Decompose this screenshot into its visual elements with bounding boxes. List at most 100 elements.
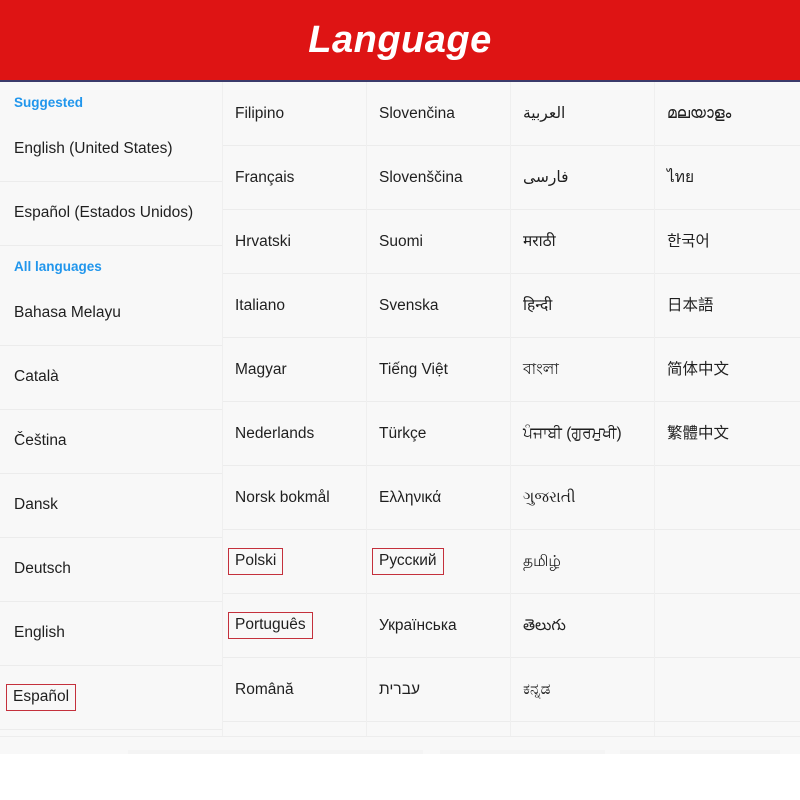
language-item[interactable]: हिन्दी: [511, 274, 654, 338]
sidebar-item-deutsch[interactable]: Deutsch: [0, 538, 222, 602]
language-item[interactable]: Français: [223, 146, 366, 210]
language-item-label: Română: [235, 680, 294, 698]
language-item-label: العربية: [523, 104, 566, 122]
language-item-label: తెలుగు: [523, 616, 566, 634]
language-item-label: Slovenčina: [379, 104, 455, 122]
sidebar-item-english[interactable]: English: [0, 602, 222, 666]
language-item-empty: [655, 466, 800, 530]
language-item[interactable]: ไทย: [655, 146, 800, 210]
suggested-languages-column: Suggested English (United States) Español …: [0, 82, 222, 754]
sidebar-item-label: Deutsch: [14, 560, 71, 578]
language-item-label: Türkçe: [379, 424, 427, 442]
language-item-label: ਪੰਜਾਬੀ (ਗੁਰਮੁਖੀ): [523, 424, 622, 442]
language-item-label: ไทย: [667, 168, 695, 186]
language-item[interactable]: 한국어: [655, 210, 800, 274]
sidebar-item-label: Bahasa Melayu: [14, 304, 121, 322]
language-column-2: Filipino Français Hrvatski Italiano Magyar Ne…: [222, 82, 366, 754]
language-item-label: தமிழ்: [523, 552, 561, 570]
sidebar-item-espa-ol[interactable]: Español: [0, 666, 222, 730]
language-item[interactable]: Filipino: [223, 82, 366, 146]
language-item[interactable]: עברית: [367, 658, 510, 722]
sidebar-item-label: Català: [14, 368, 59, 386]
language-item[interactable]: Română: [223, 658, 366, 722]
language-item[interactable]: Polski: [223, 530, 366, 594]
language-item[interactable]: Nederlands: [223, 402, 366, 466]
language-item[interactable]: తెలుగు: [511, 594, 654, 658]
language-item[interactable]: Ελληνικά: [367, 466, 510, 530]
sidebar-item-label: English: [14, 624, 65, 642]
language-item[interactable]: Norsk bokmål: [223, 466, 366, 530]
language-item-label: हिन्दी: [523, 296, 553, 314]
language-item[interactable]: Svenska: [367, 274, 510, 338]
language-item[interactable]: Slovenčina: [367, 82, 510, 146]
language-item-label: Polski: [228, 548, 284, 575]
sidebar-item-label: Español (Estados Unidos): [14, 204, 194, 222]
sidebar-item-bahasa-melayu[interactable]: Bahasa Melayu: [0, 282, 222, 346]
language-item-label: Русский: [372, 548, 444, 575]
language-item[interactable]: ಕನ್ನಡ: [511, 658, 654, 722]
language-item[interactable]: Hrvatski: [223, 210, 366, 274]
all-languages-grid: Filipino Français Hrvatski Italiano Magyar Ne…: [222, 82, 800, 754]
language-item[interactable]: Tiếng Việt: [367, 338, 510, 402]
sidebar-section-header: Suggested: [0, 82, 222, 118]
language-item[interactable]: Suomi: [367, 210, 510, 274]
language-item-label: Suomi: [379, 232, 423, 250]
language-item-label: Українська: [379, 616, 457, 634]
language-item-label: Hrvatski: [235, 232, 291, 250]
sidebar-item-label: Dansk: [14, 496, 58, 514]
language-item-label: Filipino: [235, 104, 285, 122]
language-item-label: עברית: [379, 680, 420, 698]
language-item[interactable]: मराठी: [511, 210, 654, 274]
language-item[interactable]: Українська: [367, 594, 510, 658]
language-item-label: Svenska: [379, 296, 439, 314]
language-column-4: العربية فارسی मराठी हिन्दी বাংলা ਪੰਜਾਬੀ (ਗੁਰਮ…: [510, 82, 654, 754]
language-item-label: فارسی: [523, 168, 569, 186]
language-item[interactable]: Italiano: [223, 274, 366, 338]
language-item[interactable]: বাংলা: [511, 338, 654, 402]
language-item[interactable]: Magyar: [223, 338, 366, 402]
language-item-label: मराठी: [523, 232, 556, 250]
language-item[interactable]: Português: [223, 594, 366, 658]
language-item-label: Ελληνικά: [379, 488, 442, 506]
language-column-5: മലയാളം ไทย 한국어 日本語简体中文繁體中文: [654, 82, 800, 754]
language-item[interactable]: தமிழ்: [511, 530, 654, 594]
language-item[interactable]: ગુજરાતી: [511, 466, 654, 530]
language-item-label: 简体中文: [667, 360, 730, 378]
sidebar-item-catal[interactable]: Català: [0, 346, 222, 410]
language-item-label: 日本語: [667, 296, 714, 314]
sidebar-item-label: Čeština: [14, 432, 67, 450]
sidebar-item-dansk[interactable]: Dansk: [0, 474, 222, 538]
language-item-label: ಕನ್ನಡ: [523, 680, 551, 698]
language-item-label: Italiano: [235, 296, 285, 314]
language-item[interactable]: 繁體中文: [655, 402, 800, 466]
language-item[interactable]: Türkçe: [367, 402, 510, 466]
language-item[interactable]: Русский: [367, 530, 510, 594]
language-item-label: ગુજરાતી: [523, 488, 576, 506]
language-item[interactable]: മലയാളം: [655, 82, 800, 146]
language-item-empty: [655, 658, 800, 722]
language-item-label: മലയാളം: [667, 104, 732, 122]
language-item-empty: [655, 530, 800, 594]
language-item[interactable]: العربية: [511, 82, 654, 146]
sidebar-item-espa-ol-estados-unidos[interactable]: Español (Estados Unidos): [0, 182, 222, 246]
language-column-3: Slovenčina Slovenščina Suomi Svenska Tiếng V…: [366, 82, 510, 754]
sidebar-section-header: All languages: [0, 246, 222, 282]
sidebar-item-e-tina[interactable]: Čeština: [0, 410, 222, 474]
language-item-label: Norsk bokmål: [235, 488, 330, 506]
language-item-label: Magyar: [235, 360, 287, 378]
language-item-label: Português: [228, 612, 313, 639]
section-label: All languages: [14, 259, 102, 274]
section-label: Suggested: [14, 95, 84, 110]
language-item[interactable]: Slovenščina: [367, 146, 510, 210]
language-picker-screen: Language Suggested English (United States…: [0, 0, 800, 800]
language-item-label: Slovenščina: [379, 168, 463, 186]
sidebar-item-label: Español: [6, 684, 77, 711]
language-item-label: 繁體中文: [667, 424, 730, 442]
sidebar-item-english-united-states[interactable]: English (United States): [0, 118, 222, 182]
sidebar-item-label: English (United States): [14, 140, 173, 158]
language-item-label: Français: [235, 168, 295, 186]
language-item[interactable]: ਪੰਜਾਬੀ (ਗੁਰਮੁਖੀ): [511, 402, 654, 466]
language-item[interactable]: 简体中文: [655, 338, 800, 402]
language-item[interactable]: فارسی: [511, 146, 654, 210]
language-item[interactable]: 日本語: [655, 274, 800, 338]
